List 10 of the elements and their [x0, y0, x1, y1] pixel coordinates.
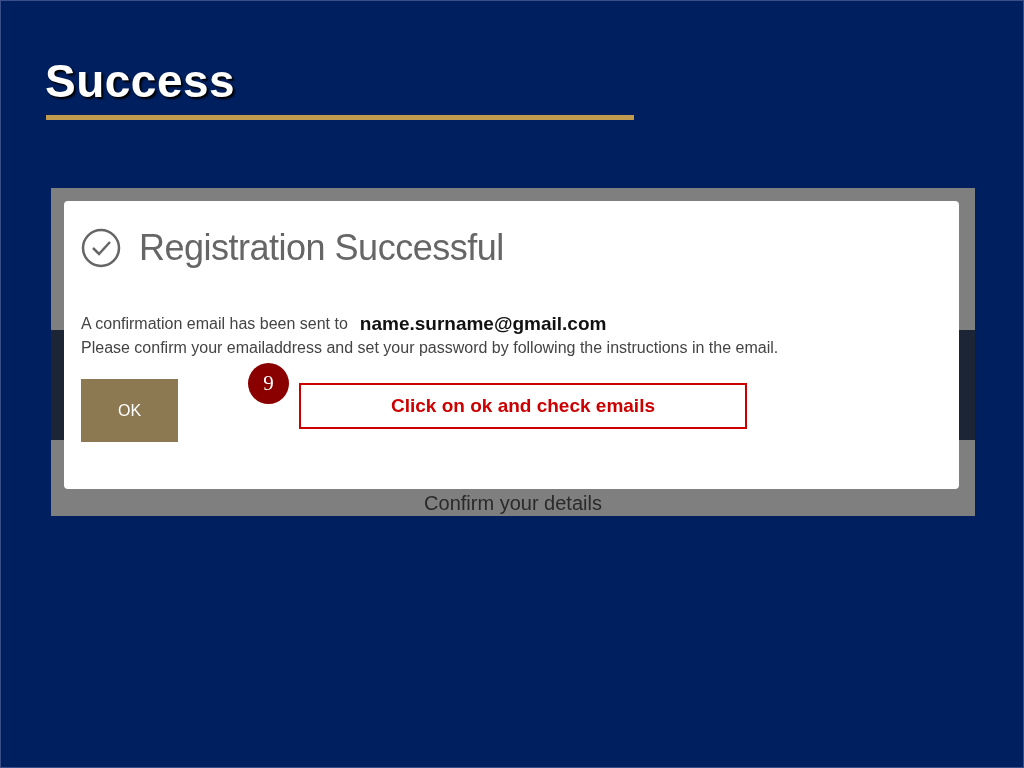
check-circle-icon [81, 228, 121, 268]
ok-button[interactable]: OK [81, 379, 178, 442]
background-heading: Confirm your details [424, 492, 602, 514]
slide-title: Success [45, 54, 237, 109]
instructions-text: Please confirm your emailaddress and set your password by following the instructions in the email. [81, 339, 780, 357]
step-badge: 9 [248, 363, 289, 404]
callout-note: Click on ok and check emails [299, 383, 747, 429]
dialog-title: Registration Successful [139, 227, 504, 269]
message-text: A confirmation email has been sent to [81, 315, 348, 333]
email-address: name.surname@gmail.com [359, 313, 607, 335]
